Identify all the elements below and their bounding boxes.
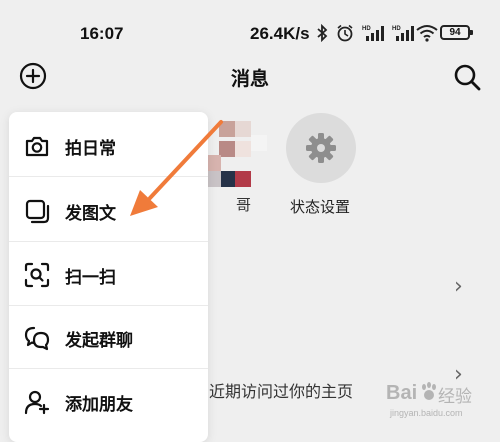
annotation-arrow	[130, 120, 223, 216]
